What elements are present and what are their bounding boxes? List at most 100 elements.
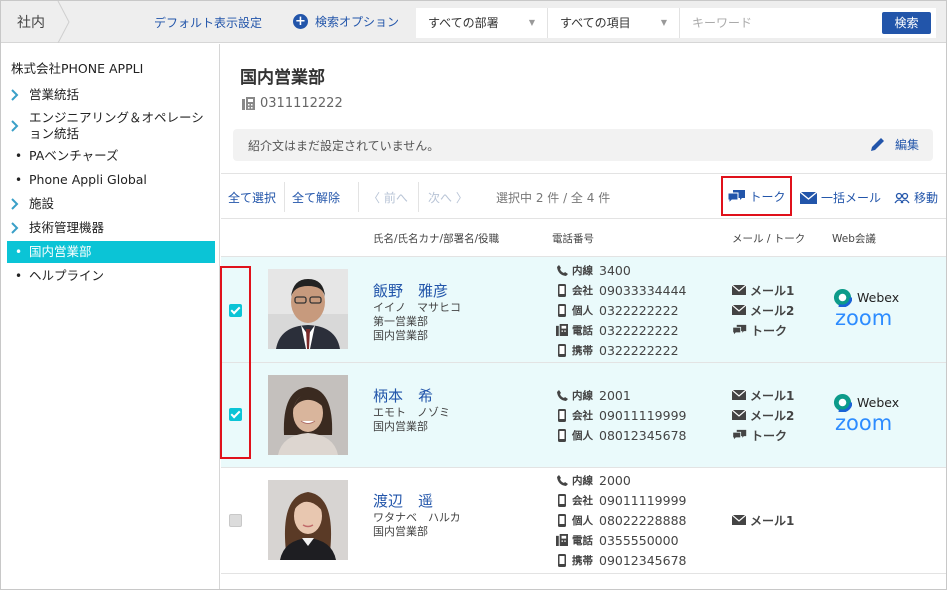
person-name[interactable]: 渡辺 遥 — [373, 490, 433, 511]
phone-entry[interactable]: 電話 0355550000 — [556, 530, 679, 550]
phone-entry[interactable]: 内線 3400 — [556, 260, 631, 280]
phone-label: 内線 — [572, 474, 593, 487]
phone-entry[interactable]: 携帯 0322222222 — [556, 340, 679, 360]
main-panel: 国内営業部 0311112222 紹介文はまだ設定されていません。 編集 全て選… — [221, 44, 946, 589]
talk-label: トーク — [749, 189, 786, 204]
move-button[interactable]: 移動 — [894, 189, 938, 206]
phone-label: 内線 — [572, 264, 593, 277]
sidebar-item-sales[interactable]: 営業統括 — [7, 87, 215, 103]
phone-entry[interactable]: 会社 09011119999 — [556, 490, 686, 510]
chat-bubbles-icon — [727, 189, 746, 204]
breadcrumb[interactable]: 社内 — [17, 12, 45, 32]
prev-button[interactable]: 〈 前へ — [368, 189, 408, 206]
phone-number: 3400 — [599, 262, 631, 278]
chat-bubbles-icon — [732, 429, 747, 441]
talk-button[interactable]: トーク — [721, 176, 792, 216]
phone-entry[interactable]: 内線 2000 — [556, 470, 631, 490]
department-select[interactable]: すべての部署 ▼ — [416, 8, 548, 38]
next-button[interactable]: 次へ 〉 — [428, 189, 468, 206]
envelope-icon — [800, 191, 817, 204]
phone-label: 個人 — [572, 304, 593, 317]
mail1-link[interactable]: メール1 — [732, 280, 794, 300]
sidebar-item-engineering[interactable]: エンジニアリング＆オペレーシ ョン統括 — [7, 110, 215, 142]
sidebar-item-facilities[interactable]: 施設 — [7, 196, 215, 212]
bullet-icon: • — [15, 245, 23, 259]
phone-label: 会社 — [572, 494, 593, 507]
dept-phone: 0311112222 — [242, 96, 343, 111]
person-name[interactable]: 飯野 雅彦 — [373, 280, 448, 301]
mail-label: メール2 — [750, 303, 795, 318]
chat-bubbles-icon — [732, 324, 747, 336]
phone-entry[interactable]: 内線 2001 — [556, 385, 631, 405]
department-select-value: すべての部署 — [428, 16, 499, 30]
sidebar-item-tech-equipment[interactable]: 技術管理機器 — [7, 220, 215, 236]
webex-label: Webex — [857, 395, 900, 410]
mail-label: メール2 — [750, 408, 795, 423]
deselect-all-button[interactable]: 全て解除 — [292, 189, 340, 206]
mail2-link[interactable]: メール2 — [732, 300, 794, 320]
zoom-button[interactable]: zoom — [835, 306, 892, 330]
webex-button[interactable]: Webex — [833, 393, 899, 412]
checkbox-highlight-box — [220, 266, 251, 459]
company-name[interactable]: 株式会社PHONE APPLI — [11, 58, 143, 77]
sidebar-item-label: 営業統括 — [29, 87, 80, 102]
phone-number: 09033334444 — [599, 282, 687, 298]
envelope-icon — [732, 390, 746, 400]
phone-label: 会社 — [572, 409, 593, 422]
handset-icon — [556, 264, 568, 276]
phone-entry[interactable]: 会社 09011119999 — [556, 405, 686, 425]
person-dept-parent: 国内営業部 — [373, 329, 428, 342]
bulk-mail-button[interactable]: 一括メール — [800, 189, 881, 206]
phone-entry[interactable]: 携帯 09012345678 — [556, 550, 686, 570]
talk-link[interactable]: トーク — [732, 320, 787, 340]
bullet-icon: • — [15, 149, 23, 163]
sidebar-item-global[interactable]: • Phone Appli Global — [7, 172, 215, 188]
phone-entry[interactable]: 個人 0322222222 — [556, 300, 679, 320]
sidebar-item-label: PAベンチャーズ — [29, 148, 119, 163]
row-checkbox[interactable] — [229, 514, 242, 527]
search-options-label: 検索オプション — [315, 15, 400, 29]
sidebar: 株式会社PHONE APPLI 営業統括 エンジニアリング＆オペレーシ ョン統括… — [1, 44, 220, 589]
search-options-link[interactable]: + 検索オプション — [293, 13, 399, 30]
divider — [418, 182, 419, 212]
phone-label: 個人 — [572, 514, 593, 527]
mail1-link[interactable]: メール1 — [732, 385, 794, 405]
sidebar-item-label-continued: ョン統括 — [29, 126, 80, 141]
phone-label: 電話 — [572, 534, 593, 547]
mail1-link[interactable]: メール1 — [732, 510, 794, 530]
dropdown-caret-icon: ▼ — [660, 18, 667, 27]
table-row[interactable]: 飯野 雅彦 イイノ マサヒコ 第一営業部 国内営業部 内線 3400 会社 0903… — [221, 257, 946, 363]
table-row[interactable]: 渡辺 遥 ワタナベ ハルカ 国内営業部 内線 2000 会社 09011119999… — [221, 468, 946, 574]
phone-label: 携帯 — [572, 554, 593, 567]
list-toolbar: 全て選択 全て解除 〈 前へ 次へ 〉 選択中 2 件 / 全 4 件 トーク … — [221, 173, 946, 219]
phone-entry[interactable]: 電話 0322222222 — [556, 320, 679, 340]
phone-entry[interactable]: 個人 08022228888 — [556, 510, 686, 530]
phone-number: 2001 — [599, 387, 631, 403]
person-dept: 第一営業部 — [373, 315, 428, 328]
webex-button[interactable]: Webex — [833, 288, 899, 307]
envelope-icon — [732, 410, 746, 420]
phone-number: 09012345678 — [599, 552, 687, 568]
person-name[interactable]: 柄本 希 — [373, 385, 433, 406]
column-header-name: 氏名/氏名カナ/部署名/役職 — [373, 233, 500, 245]
default-view-link[interactable]: デフォルト表示設定 — [154, 14, 262, 31]
select-all-button[interactable]: 全て選択 — [228, 189, 276, 206]
sidebar-item-label: ヘルプライン — [29, 268, 105, 283]
mail2-link[interactable]: メール2 — [732, 405, 794, 425]
chevron-right-icon — [11, 222, 19, 234]
phone-entry[interactable]: 会社 09033334444 — [556, 280, 686, 300]
sidebar-item-pa-ventures[interactable]: • PAベンチャーズ — [7, 148, 215, 164]
phone-number: 09011119999 — [599, 492, 687, 508]
sidebar-item-helpline[interactable]: • ヘルプライン — [7, 268, 215, 284]
zoom-button[interactable]: zoom — [835, 411, 892, 435]
search-button[interactable]: 検索 — [882, 12, 931, 34]
table-row[interactable]: 柄本 希 エモト ノゾミ 国内営業部 内線 2001 会社 09011119999 … — [221, 363, 946, 468]
talk-link[interactable]: トーク — [732, 425, 787, 445]
item-select[interactable]: すべての項目 ▼ — [548, 8, 680, 38]
phone-label: 個人 — [572, 429, 593, 442]
sidebar-item-label: エンジニアリング＆オペレーシ — [29, 110, 204, 125]
sidebar-item-domestic-sales[interactable]: • 国内営業部 — [7, 241, 215, 263]
next-label: 次へ — [428, 191, 453, 205]
edit-button[interactable]: 編集 — [869, 136, 919, 153]
phone-entry[interactable]: 個人 08012345678 — [556, 425, 686, 445]
